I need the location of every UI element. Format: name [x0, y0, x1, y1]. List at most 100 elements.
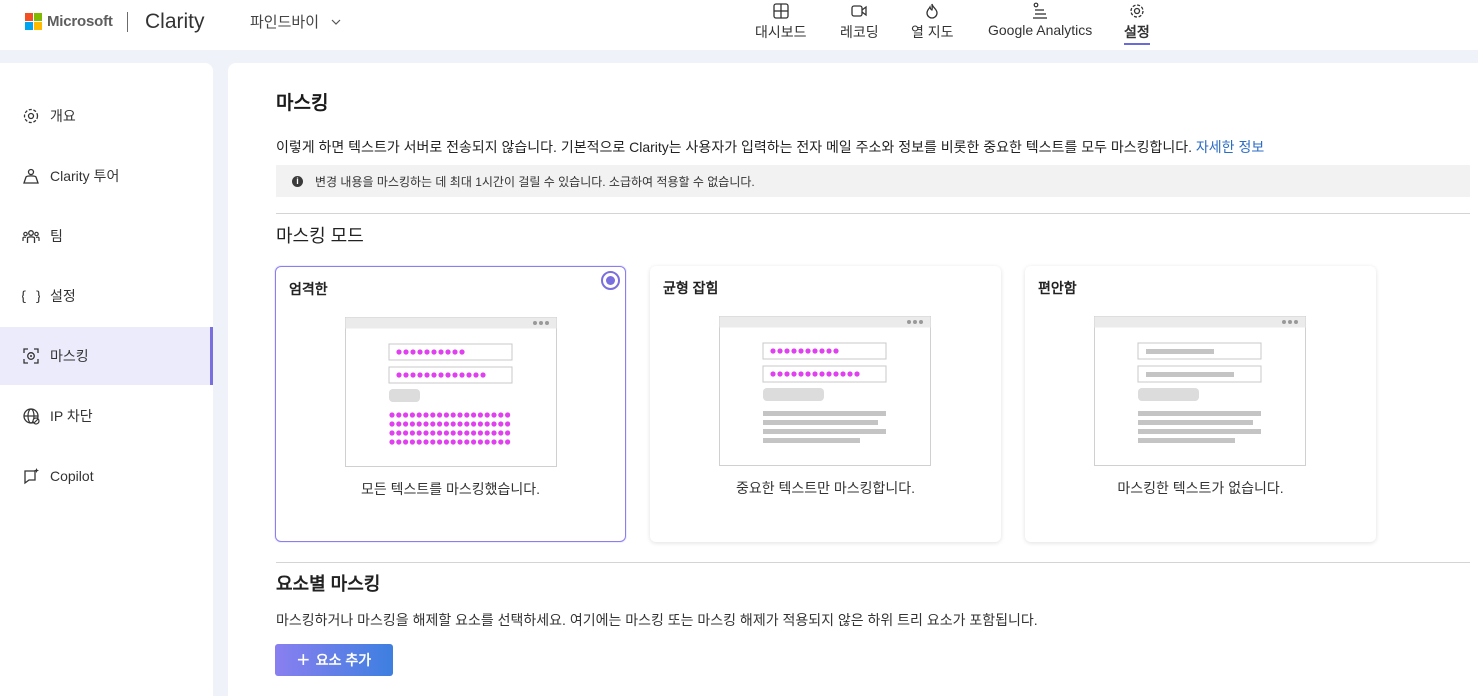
mask-dot: [389, 439, 395, 445]
sidebar-item-copilot[interactable]: Copilot: [0, 447, 213, 505]
tab-label: 대시보드: [755, 24, 807, 40]
mask-dot: [473, 372, 479, 378]
sidebar-item-tour[interactable]: Clarity 투어: [0, 147, 213, 205]
mask-dot: [443, 439, 449, 445]
app-name[interactable]: Clarity: [145, 10, 205, 34]
masking-description: 이렇게 하면 텍스트가 서버로 전송되지 않습니다. 기본적으로 Clarity…: [276, 137, 1264, 157]
gear-icon: [23, 108, 39, 124]
mask-dot: [840, 371, 846, 377]
mask-dot: [452, 349, 458, 355]
mask-dot: [812, 348, 818, 354]
microsoft-logo[interactable]: Microsoft: [25, 13, 113, 30]
project-name: 파인드바이: [250, 14, 320, 31]
mask-dot: [777, 348, 783, 354]
mask-dot: [491, 430, 497, 436]
copilot-icon: [24, 468, 39, 485]
masking-mode-title: 마스킹 모드: [276, 226, 364, 246]
mask-dot: [826, 348, 832, 354]
tab-recordings[interactable]: 레코딩: [840, 0, 879, 50]
relaxed-preview-illustration: [1094, 316, 1306, 466]
tab-settings[interactable]: 설정: [1124, 0, 1150, 50]
mask-dot: [457, 412, 463, 418]
tab-label: 설정: [1124, 22, 1150, 45]
mask-dot: [409, 439, 415, 445]
sidebar-item-ip-blocking[interactable]: IP 차단: [0, 387, 213, 445]
mask-dot: [431, 349, 437, 355]
add-element-button[interactable]: + 요소 추가: [275, 644, 393, 676]
mode-card-relaxed[interactable]: 편안함 마스킹한 텍스트가 없습니다.: [1025, 266, 1376, 542]
tab-label: 열 지도: [911, 24, 954, 40]
mask-dot: [417, 372, 423, 378]
sidebar-item-setup[interactable]: { } 설정: [0, 267, 213, 325]
mask-dot: [477, 439, 483, 445]
mode-card-strict[interactable]: 엄격한 모든 텍스트를 마스킹했습니다.: [275, 266, 626, 542]
mask-dot: [443, 412, 449, 418]
mask-dot: [409, 430, 415, 436]
mask-dot: [498, 412, 504, 418]
mask-dot: [396, 421, 402, 427]
analytics-icon: [1033, 2, 1048, 19]
team-icon: [22, 230, 40, 243]
mask-dot: [457, 430, 463, 436]
mask-dot: [770, 348, 776, 354]
mask-dot: [805, 348, 811, 354]
mask-dot: [416, 439, 422, 445]
mode-card-balanced[interactable]: 균형 잡힘 중요한 텍스트만 마스킹합니다.: [650, 266, 1001, 542]
sidebar-item-team[interactable]: 팀: [0, 207, 213, 265]
gear-icon: [1130, 4, 1144, 18]
mask-dot: [491, 421, 497, 427]
mask-dot: [798, 371, 804, 377]
mask-dot: [416, 430, 422, 436]
mask-dot: [409, 412, 415, 418]
person-icon: [23, 168, 39, 184]
mask-dot: [471, 430, 477, 436]
mask-dot: [491, 412, 497, 418]
dashboard-icon: [773, 3, 789, 19]
mask-dot: [396, 430, 402, 436]
tab-dashboard[interactable]: 대시보드: [755, 0, 807, 50]
logo-divider: [127, 12, 128, 32]
mask-dot: [480, 372, 486, 378]
mask-dot: [819, 348, 825, 354]
mask-dot: [498, 421, 504, 427]
mask-dot: [396, 439, 402, 445]
mask-dot: [443, 430, 449, 436]
mask-dot: [424, 372, 430, 378]
mask-dot: [459, 349, 465, 355]
sidebar-item-masking[interactable]: 마스킹: [0, 327, 213, 385]
mode-caption: 중요한 텍스트만 마스킹합니다.: [735, 480, 916, 496]
divider: [276, 213, 1470, 214]
mask-dot: [466, 372, 472, 378]
sidebar-item-label: IP 차단: [50, 408, 93, 424]
mask-dot: [770, 371, 776, 377]
mask-dot: [854, 371, 860, 377]
mask-dot: [833, 371, 839, 377]
mask-dot: [437, 412, 443, 418]
mask-dot: [403, 349, 409, 355]
sidebar-item-overview[interactable]: 개요: [0, 87, 213, 145]
mask-dot: [437, 439, 443, 445]
tab-google-analytics[interactable]: Google Analytics: [988, 0, 1092, 50]
tab-heatmaps[interactable]: 열 지도: [911, 0, 954, 50]
mask-dot: [777, 371, 783, 377]
mask-dot: [805, 371, 811, 377]
mask-dot: [477, 430, 483, 436]
mask-dot: [403, 412, 409, 418]
sidebar-item-label: Copilot: [50, 468, 94, 484]
mask-dot: [438, 349, 444, 355]
radio-button-selected[interactable]: [601, 271, 620, 290]
sidebar-item-label: 팀: [50, 228, 63, 244]
mask-dot: [784, 348, 790, 354]
mask-dot: [410, 349, 416, 355]
mask-dot: [450, 439, 456, 445]
learn-more-link[interactable]: 자세한 정보: [1196, 139, 1264, 155]
project-selector[interactable]: 파인드바이: [250, 11, 341, 32]
element-masking-title: 요소별 마스킹: [276, 574, 381, 594]
flame-icon: [926, 3, 938, 19]
mask-dot: [791, 348, 797, 354]
page-title: 마스킹: [276, 93, 329, 114]
info-note: i 변경 내용을 마스킹하는 데 최대 1시간이 걸릴 수 있습니다. 소급하여…: [276, 165, 1470, 197]
add-element-label: 요소 추가: [315, 652, 372, 668]
brand-name: Microsoft: [47, 13, 113, 30]
mask-dot: [459, 372, 465, 378]
